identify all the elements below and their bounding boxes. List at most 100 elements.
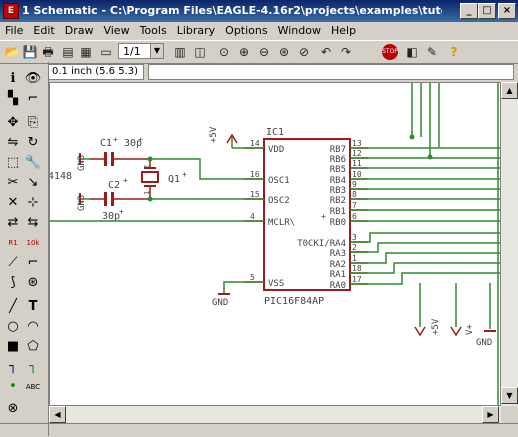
ic1-left-pin-number: 16 — [250, 170, 260, 179]
ic1-right-pin-number: 6 — [352, 212, 357, 221]
ic1-value: PIC16F84AP — [264, 296, 324, 307]
board-icon[interactable]: ▦ — [78, 44, 94, 60]
add-icon[interactable]: ⊹ — [24, 194, 42, 212]
ic1-right-pin-label: RB7 — [330, 145, 346, 155]
ic1-right-pin-number: 18 — [352, 264, 362, 273]
mirror-icon[interactable]: ⇋ — [4, 134, 22, 152]
junction-icon[interactable]: • — [4, 378, 22, 396]
rect-icon[interactable]: ■ — [4, 338, 22, 356]
sheet-icon[interactable]: ▭ — [98, 44, 114, 60]
menu-options[interactable]: Options — [220, 22, 272, 39]
coordinate-bar: 0.1 inch (5.6 5.3) — [48, 63, 518, 81]
c1-plate-right — [111, 152, 114, 166]
name-icon[interactable]: R1 — [4, 234, 22, 252]
paste-icon[interactable]: ↘ — [24, 174, 42, 192]
maximize-button[interactable]: □ — [478, 3, 496, 19]
minimize-button[interactable]: _ — [460, 3, 478, 19]
miter-icon[interactable]: ⌐ — [24, 254, 42, 272]
redo-icon[interactable]: ↷ — [338, 44, 354, 60]
ic1-right-pins: 13RB7 12RB6 11RB5 10RB4 9RB3 8RB2 7RB1 6RB03T0C… — [297, 139, 368, 291]
zoom-out-icon[interactable]: ⊖ — [256, 44, 272, 60]
ic1-right-pin-label: RA2 — [330, 260, 346, 270]
c1-value-plus-mark: + — [138, 135, 143, 144]
scroll-left-icon[interactable]: ◀ — [49, 406, 66, 423]
info-icon[interactable]: ℹ — [4, 70, 22, 88]
move-icon[interactable]: ✥ — [4, 114, 22, 132]
ic1-right-pin-number: 7 — [352, 201, 357, 210]
wire-icon[interactable]: ╱ — [4, 298, 22, 316]
arc-icon[interactable]: ◠ — [24, 318, 42, 336]
scroll-up-icon[interactable]: ▲ — [501, 82, 518, 99]
pinswap-icon[interactable]: ⇄ — [4, 214, 22, 232]
print-icon[interactable]: 🖶 — [40, 44, 56, 60]
sheet-select[interactable]: 1/1 ▼ — [118, 43, 164, 59]
menu-window[interactable]: Window — [273, 22, 326, 39]
ic1-right-pin-label: RB3 — [330, 186, 346, 196]
vertical-scrollbar[interactable]: ▲ ▼ — [501, 82, 518, 406]
window-title: 1 Schematic - C:\Program Files\EAGLE-4.1… — [22, 4, 442, 17]
menu-view[interactable]: View — [98, 22, 134, 39]
open-icon[interactable]: 📂 — [4, 44, 20, 60]
script-icon[interactable]: ▥ — [172, 44, 188, 60]
polygon-icon[interactable]: ⬠ — [24, 338, 42, 356]
gnd-label-ic: GND — [212, 298, 228, 308]
c1-name: C1 — [100, 138, 112, 149]
delete-icon[interactable]: ✕ — [4, 194, 22, 212]
split-icon[interactable]: ⟆ — [4, 274, 22, 292]
change-icon[interactable]: 🔧 — [24, 154, 42, 172]
save-icon[interactable]: 💾 — [22, 44, 38, 60]
q1-name: Q1 — [168, 174, 180, 185]
plus5v-symbol-bottom — [414, 326, 426, 337]
scroll-right-icon[interactable]: ▶ — [482, 406, 499, 423]
close-button[interactable]: × — [498, 3, 516, 19]
ic1-right-pin-number: 10 — [352, 170, 362, 179]
gnd-label-c1: GND — [77, 155, 87, 171]
bus-icon[interactable]: ┐ — [4, 358, 22, 376]
ulp-icon[interactable]: ◫ — [192, 44, 208, 60]
horizontal-scrollbar[interactable]: ◀ ▶ — [49, 406, 501, 423]
stop-icon[interactable]: STOP — [382, 44, 398, 60]
plus5v-label-bottom: +5V — [431, 318, 441, 335]
help-icon[interactable]: ? — [446, 44, 462, 60]
menu-file[interactable]: File — [0, 22, 28, 39]
undo-icon[interactable]: ↶ — [318, 44, 334, 60]
group-icon[interactable]: ⬚ — [4, 154, 22, 172]
command-line-input[interactable] — [148, 64, 514, 80]
redraw-icon[interactable]: ⊛ — [276, 44, 292, 60]
smash-icon[interactable]: ⟋ — [4, 254, 22, 272]
ic1-right-pin-label: RB0 — [330, 218, 346, 228]
zoom-select-icon[interactable]: ⊘ — [296, 44, 312, 60]
layer-icon[interactable]: ▚ — [4, 90, 22, 108]
menu-help[interactable]: Help — [326, 22, 361, 39]
cam-icon[interactable]: ▤ — [60, 44, 76, 60]
erc-icon[interactable]: ⊗ — [4, 400, 22, 418]
show-icon[interactable]: 👁 — [24, 70, 42, 88]
chevron-down-icon[interactable]: ▼ — [150, 44, 163, 58]
gateswap-icon[interactable]: ⇆ — [24, 214, 42, 232]
cut-icon[interactable]: ✂ — [4, 174, 22, 192]
junction-rb-2 — [427, 154, 433, 160]
menu-tools[interactable]: Tools — [135, 22, 172, 39]
value-icon[interactable]: 10k — [24, 234, 42, 252]
zoom-in-icon[interactable]: ⊕ — [236, 44, 252, 60]
ic1-right-pin-number: 12 — [352, 149, 362, 158]
rotate-icon[interactable]: ↻ — [24, 134, 42, 152]
schematic-canvas[interactable]: IC1 PIC16F84AP + 14 VDD 16 OSC1 15 OSC2 4 MCLR\… — [49, 82, 501, 406]
edit-icon[interactable]: ✎ — [424, 44, 440, 60]
scroll-down-icon[interactable]: ▼ — [501, 387, 518, 404]
mark-icon[interactable]: ⌐ — [24, 90, 42, 108]
go-icon[interactable]: ◧ — [404, 44, 420, 60]
menu-edit[interactable]: Edit — [28, 22, 59, 39]
ic1-left-pins: 14 VDD 16 OSC1 15 OSC2 4 MCLR\ 5 VSS — [244, 139, 295, 289]
gnd-label-bottom: GND — [476, 338, 492, 348]
zoom-fit-icon[interactable]: ⊙ — [216, 44, 232, 60]
invoke-icon[interactable]: ⊛ — [24, 274, 42, 292]
text-icon[interactable]: T — [24, 298, 42, 316]
menu-draw[interactable]: Draw — [60, 22, 99, 39]
label-icon[interactable]: ABC — [24, 378, 42, 396]
main-toolbar: 📂 💾 🖶 ▤ ▦ ▭ 1/1 ▼ ▥ ◫ ⊙ ⊕ ⊖ ⊛ ⊘ ↶ ↷ STOP … — [0, 40, 518, 64]
copy-icon[interactable]: ⎘ — [24, 114, 42, 132]
circle-icon[interactable]: ○ — [4, 318, 22, 336]
menu-library[interactable]: Library — [172, 22, 220, 39]
net-icon[interactable]: ┐ — [24, 358, 42, 376]
